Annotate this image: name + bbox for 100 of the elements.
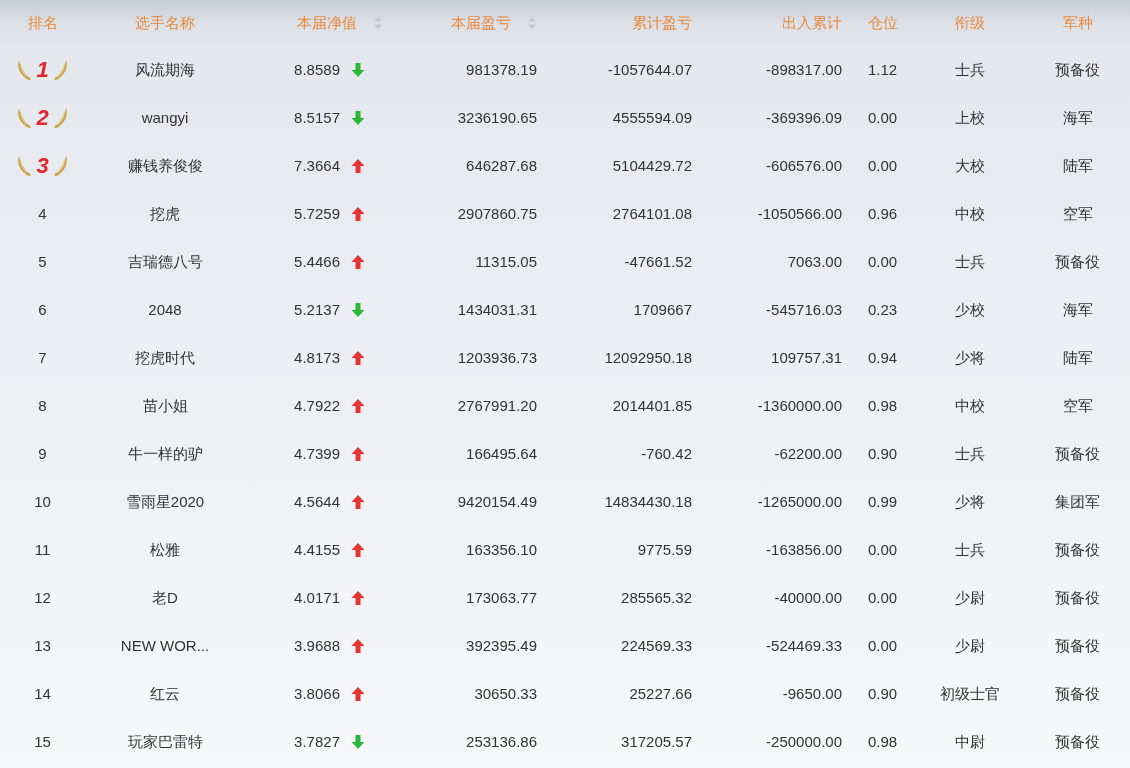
table-cell-text: -369396.09 [766, 107, 842, 128]
table-cell-text: 2767991.20 [457, 395, 537, 416]
table-cell-text: -1050566.00 [757, 203, 842, 224]
table-cell-text: 2764101.08 [612, 203, 692, 224]
player-name: 雪雨星2020 [125, 491, 205, 512]
table-cell-text: 253136.86 [466, 731, 537, 752]
table-cell-text: -760.42 [641, 443, 692, 464]
table-cell-text: 陆军 [1062, 155, 1093, 176]
table-cell-text: 981378.19 [466, 59, 537, 80]
table-cell-text: 预备役 [1055, 587, 1100, 608]
net-value: 4.4155 [294, 539, 340, 560]
player-name: 牛一样的驴 [127, 443, 203, 464]
table-cell-text: -40000.00 [774, 587, 842, 608]
table-cell-text: 空军 [1062, 395, 1093, 416]
rank-number: 3 [36, 155, 49, 177]
table-cell-text: 0.90 [867, 683, 898, 704]
net-value: 5.2137 [294, 299, 340, 320]
net-value: 3.7827 [294, 731, 340, 752]
table-cell-text: -163856.00 [766, 539, 842, 560]
table-cell-text: 9420154.49 [457, 491, 537, 512]
table-cell-text: 0.98 [867, 731, 898, 752]
player-name: NEW WOR... [120, 635, 210, 656]
column-header[interactable]: 本届净值 [297, 11, 357, 35]
table-cell-text: 0.00 [867, 155, 898, 176]
table-cell-text: 646287.68 [466, 155, 537, 176]
sort-icon[interactable] [527, 16, 537, 30]
player-name: 挖虎 [150, 203, 180, 224]
table-cell-text: 士兵 [955, 251, 985, 272]
table-cell-text: 海军 [1062, 107, 1093, 128]
table-cell-text: 0.00 [867, 107, 898, 128]
rank-text: 9 [38, 443, 47, 464]
table-cell-text: -9650.00 [782, 683, 842, 704]
table-cell-text: 少校 [955, 299, 985, 320]
player-name: 苗小姐 [142, 395, 188, 416]
rank-text: 8 [38, 395, 47, 416]
table-cell-text: 少将 [955, 347, 985, 368]
table-cell-text: 预备役 [1055, 731, 1100, 752]
player-name: 风流期海 [135, 59, 195, 80]
table-cell-text: 0.98 [867, 395, 898, 416]
table-cell-text: 11315.05 [475, 251, 537, 272]
column-header: 排名 [27, 12, 58, 33]
column-header: 累计盈亏 [632, 12, 692, 33]
net-value: 3.9688 [294, 635, 340, 656]
rank-text: 12 [34, 587, 51, 608]
net-value: 4.8173 [294, 347, 340, 368]
net-value: 4.0171 [294, 587, 340, 608]
rank-text: 14 [34, 683, 51, 704]
table-cell-text: 173063.77 [466, 587, 537, 608]
table-cell-text: 12092950.18 [604, 347, 692, 368]
table-cell-text: 5104429.72 [612, 155, 692, 176]
table-cell-text: 1203936.73 [457, 347, 537, 368]
table-cell-text: 士兵 [955, 59, 985, 80]
table-cell-text: 初级士官 [940, 683, 1000, 704]
column-header: 出入累计 [782, 12, 842, 33]
table-cell-text: 285565.32 [621, 587, 692, 608]
player-name: 吉瑞德八号 [127, 251, 203, 272]
net-value: 5.4466 [294, 251, 340, 272]
table-cell-text: 预备役 [1055, 251, 1100, 272]
rank-number: 1 [36, 59, 49, 81]
column-header[interactable]: 本届盈亏 [451, 11, 511, 35]
table-cell-text: 0.96 [867, 203, 898, 224]
table-cell-text: -545716.03 [766, 299, 842, 320]
net-value: 8.8589 [294, 59, 340, 80]
rank-text: 15 [34, 731, 51, 752]
table-cell-text: 0.00 [867, 539, 898, 560]
sort-icon[interactable] [373, 16, 383, 30]
table-cell-text: 士兵 [955, 539, 985, 560]
net-value: 4.5644 [294, 491, 340, 512]
table-cell-text: 集团军 [1055, 491, 1100, 512]
table-cell-text: 30650.33 [474, 683, 537, 704]
table-cell-text: 1709667 [633, 299, 692, 320]
column-header: 衔级 [955, 12, 985, 33]
rank-text: 13 [34, 635, 51, 656]
column-header: 仓位 [867, 12, 898, 33]
player-name: 2048 [148, 299, 182, 320]
player-name: 玩家巴雷特 [127, 731, 203, 752]
table-cell-text: 25227.66 [629, 683, 692, 704]
table-cell-text: -47661.52 [624, 251, 692, 272]
table-cell-text: -606576.00 [766, 155, 842, 176]
table-cell-text: 海军 [1062, 299, 1093, 320]
table-cell-text: 空军 [1062, 203, 1093, 224]
player-name: 老D [152, 587, 178, 608]
table-cell-text: 预备役 [1055, 443, 1100, 464]
table-cell-text: 士兵 [955, 443, 985, 464]
table-cell-text: 7063.00 [787, 251, 842, 272]
table-cell-text: 1434031.31 [457, 299, 537, 320]
table-cell-text: 预备役 [1055, 539, 1100, 560]
net-value: 8.5157 [294, 107, 340, 128]
table-cell-text: 2014401.85 [612, 395, 692, 416]
player-name: 挖虎时代 [135, 347, 195, 368]
column-header: 选手名称 [135, 12, 195, 33]
table-cell-text: -524469.33 [766, 635, 842, 656]
table-cell-text: 预备役 [1055, 635, 1100, 656]
table-cell-text: 陆军 [1062, 347, 1093, 368]
table-cell-text: 392395.49 [466, 635, 537, 656]
table-cell-text: 4555594.09 [612, 107, 692, 128]
player-name: 红云 [150, 683, 180, 704]
column-header: 军种 [1062, 12, 1093, 33]
table-cell-text: -1265000.00 [757, 491, 842, 512]
table-cell-text: -898317.00 [766, 59, 842, 80]
